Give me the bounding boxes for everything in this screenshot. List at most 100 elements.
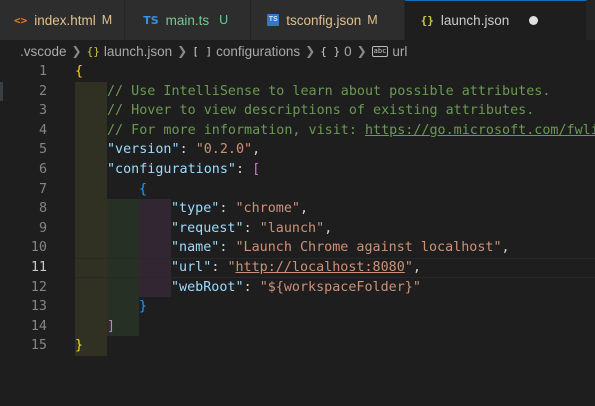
colon: : (236, 162, 253, 177)
line-content: ] (107, 317, 115, 337)
breadcrumb-folder[interactable]: .vscode (20, 44, 67, 59)
line-content: // Use IntelliSense to learn about possi… (107, 82, 550, 102)
bracket: ] (107, 318, 116, 334)
line-content: "request": "launch", (171, 219, 332, 239)
breadcrumb-file-label: launch.json (103, 43, 173, 59)
chevron-right-icon: ❯ (177, 44, 188, 58)
json-string: "${workspaceFolder}" (259, 279, 421, 295)
code-editor[interactable]: 1 { 2 // Use IntelliSense to learn about… (0, 62, 595, 406)
code-line: 10 "name": "Launch Chrome against localh… (0, 238, 595, 258)
line-number: 15 (30, 338, 47, 354)
git-status-badge: U (219, 13, 229, 27)
code-line: 7 { (0, 180, 595, 200)
tab-launch-json[interactable]: {} launch.json (404, 0, 588, 40)
editor-tab-bar: <> index.html M TS main.ts U TS tsconfig… (0, 0, 595, 41)
chevron-right-icon: ❯ (356, 44, 367, 58)
line-number: 9 (38, 220, 47, 236)
brace: } (139, 299, 148, 315)
line-number: 13 (30, 299, 47, 315)
comment-link[interactable]: https://go.microsoft.com/fwli (365, 123, 595, 138)
line-number: 5 (38, 142, 47, 158)
brace: { (139, 181, 148, 197)
comment: // Use IntelliSense to learn about possi… (107, 83, 551, 99)
comma: , (324, 220, 333, 236)
tab-label: launch.json (440, 13, 510, 28)
code-line: 12 "webRoot": "${workspaceFolder}" (0, 278, 595, 298)
json-key: "configurations" (107, 162, 236, 177)
breadcrumb-url[interactable]: abc url (371, 43, 408, 59)
unsaved-dot-icon[interactable] (529, 16, 539, 25)
breadcrumb-index-label: 0 (344, 43, 352, 59)
line-number: 3 (38, 103, 47, 119)
line-content: "url": "http://localhost:8080", (171, 258, 421, 278)
line-content: // For more information, visit: https://… (107, 121, 595, 141)
code-line: 2 // Use IntelliSense to learn about pos… (0, 82, 595, 102)
line-number: 10 (30, 240, 47, 256)
breadcrumb-configurations-label: configurations (216, 43, 301, 59)
json-string-quote: " (227, 260, 236, 275)
json-string: "chrome" (235, 201, 301, 217)
comma: , (300, 201, 309, 217)
tsconfig-file-icon: TS (267, 14, 280, 26)
tab-label: main.ts (165, 12, 210, 28)
code-line: 8 "type": "chrome", (0, 199, 595, 219)
json-key: "url" (171, 260, 212, 275)
json-key: "type" (171, 201, 220, 217)
code-line: 6 "configurations": [ (0, 160, 595, 180)
json-key: "request" (171, 220, 244, 236)
line-number: 6 (38, 162, 47, 177)
url-link[interactable]: http://localhost:8080 (236, 260, 405, 275)
tab-index-html[interactable]: <> index.html M (0, 0, 126, 40)
line-number: 4 (38, 122, 47, 138)
line-content: "type": "chrome", (171, 199, 308, 219)
line-content: "webRoot": "${workspaceFolder}" (171, 278, 421, 298)
comma: , (252, 142, 261, 158)
tab-tsconfig-json[interactable]: TS tsconfig.json M (251, 0, 405, 40)
object-icon: { } (320, 44, 341, 58)
code-line: 13 } (0, 297, 595, 317)
code-line: 1 { (0, 62, 595, 82)
json-string: "Launch Chrome against localhost" (235, 240, 502, 256)
line-content: // Hover to view descriptions of existin… (107, 101, 534, 121)
comma: , (501, 240, 510, 256)
array-icon: [ ] (192, 44, 213, 58)
colon: : (243, 279, 260, 295)
comment: // Hover to view descriptions of existin… (107, 103, 535, 119)
breadcrumb-file[interactable]: {} launch.json (87, 44, 173, 59)
line-content: "configurations": [ (107, 160, 260, 180)
code-line: 5 "version": "0.2.0", (0, 140, 595, 160)
code-line: 15 } (0, 336, 595, 356)
json-string: "launch" (259, 220, 325, 236)
json-key: "webRoot" (171, 279, 244, 295)
line-number: 12 (30, 279, 47, 295)
line-content: } (75, 336, 83, 356)
code-line: 3 // Hover to view descriptions of exist… (0, 101, 595, 121)
line-number: 11 (30, 260, 47, 275)
colon: : (179, 142, 196, 158)
breadcrumb-configurations[interactable]: [ ] configurations (192, 44, 300, 59)
line-number: 8 (38, 201, 47, 217)
string-icon: abc (371, 45, 389, 57)
chevron-right-icon: ❯ (305, 44, 316, 58)
code-line: 4 // For more information, visit: https:… (0, 121, 595, 141)
tab-label: index.html (34, 12, 96, 28)
line-content: { (75, 62, 83, 82)
code-line: 14 ] (0, 317, 595, 337)
brace: { (75, 64, 84, 79)
colon: : (219, 201, 236, 217)
breadcrumb-index[interactable]: { } 0 (320, 44, 351, 59)
json-file-icon: {} (86, 44, 100, 58)
colon: : (219, 240, 236, 256)
git-status-badge: M (367, 13, 378, 27)
line-content: "name": "Launch Chrome against localhost… (171, 238, 510, 258)
breadcrumb-url-label: url (392, 43, 408, 59)
json-string: "0.2.0" (195, 142, 253, 158)
typescript-file-icon: TS (143, 13, 159, 27)
tab-label: tsconfig.json (286, 12, 362, 28)
tab-main-ts[interactable]: TS main.ts U (125, 0, 252, 40)
comma: , (412, 260, 421, 275)
bracket: [ (252, 162, 261, 177)
colon: : (243, 220, 260, 236)
comment: // For more information, visit: (107, 122, 365, 138)
line-number: 7 (38, 181, 47, 197)
